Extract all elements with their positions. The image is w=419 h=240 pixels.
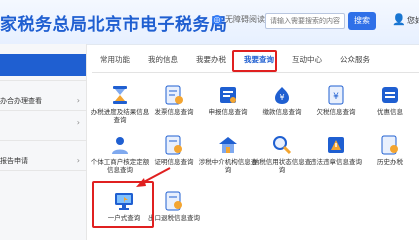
chevron-right-icon: › [76,118,80,127]
divider [0,110,86,111]
tile-history-query[interactable]: 历史办税 [364,134,416,178]
divider [0,170,86,171]
preferential-icon [382,87,398,103]
tile-progress-query[interactable]: 办税进度及结果信息查询 [91,84,149,128]
tile-label: 纳税信用状态信息查询 [252,158,312,174]
annotation-arrow-icon [136,167,171,187]
tab-common[interactable]: 常用功能 [100,54,130,65]
tab-divider [92,72,419,73]
divider [0,140,86,141]
tile-label: 违法违章信息查询 [310,158,362,166]
search-input[interactable] [265,13,345,29]
tile-agency-query[interactable]: 涉税中介机构信息查询 [199,134,257,178]
site-title: 家税务总局北京市电子税务局 [0,15,228,35]
sidebar: 办合办理查看 › › 报告申请 › [0,44,87,240]
hourglass-icon [113,86,127,104]
money-bag-icon: ¥ [275,87,289,104]
tile-label: 涉税中介机构信息查询 [198,158,258,174]
accessibility-icon: ◎ [212,14,222,25]
tile-label: 申报信息查询 [208,108,248,116]
user-icon[interactable]: 👤 [392,13,406,27]
header: 家税务总局北京市电子税务局 ◎ 无障碍阅读 搜索 👤 您好 [0,0,419,45]
tile-credit-query[interactable]: 纳税信用状态信息查询 [253,134,311,178]
tile-label: 欠税信息查询 [316,108,356,116]
tab-interaction[interactable]: 互动中心 [292,54,322,65]
tax-document-icon: ¥ [328,85,344,105]
tile-invoice-query[interactable]: 发票信息查询 [148,84,200,128]
invoice-icon [165,85,183,105]
highlight-box-tab [232,50,277,72]
tile-label: 缴款信息查询 [262,108,302,116]
user-greeting: 您好 [407,16,419,25]
tile-label: 优惠信息 [377,108,403,116]
sidebar-active-item[interactable] [0,54,86,76]
tile-arrears-query[interactable]: ¥ 欠税信息查询 [310,84,362,128]
tile-label: 发票信息查询 [154,108,194,116]
tile-violation-query[interactable]: 违法违章信息查询 [310,134,362,178]
sidebar-item-label[interactable]: 办合办理查看 [0,96,42,106]
chevron-right-icon: › [76,96,80,105]
chevron-right-icon: › [76,156,80,165]
tab-my-info[interactable]: 我的信息 [148,54,178,65]
tile-label: 历史办税 [377,158,403,166]
search-button[interactable]: 搜索 [348,12,376,30]
history-icon [381,135,398,155]
tile-label: 证明信息查询 [154,158,194,166]
tile-preferential-query[interactable]: 优惠信息 [364,84,416,128]
tile-declaration-query[interactable]: 申报信息查询 [202,84,254,128]
person-icon [112,137,128,154]
credit-search-icon [273,136,292,155]
tab-public-service[interactable]: 公众服务 [340,54,370,65]
svg-text:¥: ¥ [279,93,284,102]
declaration-icon [220,87,236,103]
tile-payment-query[interactable]: ¥ 缴款信息查询 [256,84,308,128]
divider [0,80,86,81]
accessibility-label: 无障碍阅读 [225,15,265,24]
certificate-icon [165,135,182,155]
accessibility-link[interactable]: ◎ 无障碍阅读 [212,14,265,25]
warning-document-icon [328,137,344,153]
sidebar-item-label[interactable]: 报告申请 [0,156,28,166]
svg-text:¥: ¥ [333,92,339,102]
export-refund-icon [165,191,182,211]
tile-export-refund-query[interactable]: 出口退税信息查询 [148,190,200,234]
tile-label: 办税进度及结果信息查询 [90,108,150,124]
building-icon [219,137,237,153]
tab-tax-handling[interactable]: 我要办税 [196,54,226,65]
